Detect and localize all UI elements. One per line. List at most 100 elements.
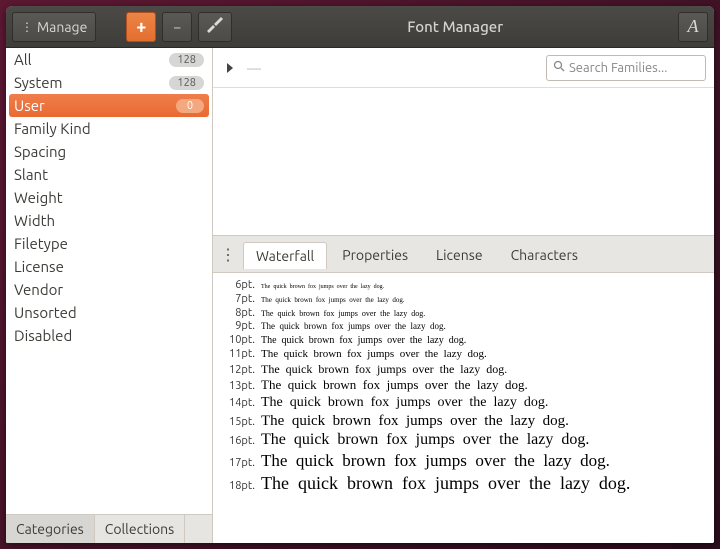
sample-text: The quick brown fox jumps over the lazy … bbox=[261, 362, 507, 377]
sidebar-item-disabled[interactable]: Disabled bbox=[6, 324, 212, 347]
minus-icon: − bbox=[173, 19, 181, 35]
chevron-right-icon bbox=[225, 59, 235, 77]
waterfall-row: 6pt.The quick brown fox jumps over the l… bbox=[219, 279, 714, 293]
waterfall-row: 15pt.The quick brown fox jumps over the … bbox=[219, 412, 714, 431]
pt-label: 6pt. bbox=[219, 279, 261, 293]
sidebar-item-label: Weight bbox=[14, 189, 63, 206]
body: All 128 System 128 User0 Family Kind Spacing Sl… bbox=[6, 48, 714, 543]
waterfall-row: 11pt.The quick brown fox jumps over the … bbox=[219, 348, 714, 362]
main-panel: — Search Families... ⋮ WaterfallProperti… bbox=[213, 48, 714, 543]
sidebar-item-filetype[interactable]: Filetype bbox=[6, 232, 212, 255]
waterfall-row: 18pt.The quick brown fox jumps over the … bbox=[219, 472, 714, 495]
waterfall-row: 7pt.The quick brown fox jumps over the l… bbox=[219, 293, 714, 307]
count-badge: 128 bbox=[169, 53, 204, 67]
sidebar-item-width[interactable]: Width bbox=[6, 209, 212, 232]
sidebar-tabs: Categories Collections bbox=[6, 514, 212, 543]
font-manager-window: ⋮ Manage + − Font Manager A All128System… bbox=[6, 6, 714, 543]
manage-label: Manage bbox=[37, 19, 87, 35]
waterfall-row: 13pt.The quick brown fox jumps over the … bbox=[219, 377, 714, 394]
breadcrumb-bar: — Search Families... bbox=[213, 48, 714, 88]
sidebar-item-weight[interactable]: Weight bbox=[6, 186, 212, 209]
pt-label: 10pt. bbox=[219, 334, 261, 348]
waterfall-row: 9pt.The quick brown fox jumps over the l… bbox=[219, 320, 714, 334]
pt-label: 9pt. bbox=[219, 320, 261, 334]
sidebar-item-label: Vendor bbox=[14, 281, 63, 298]
plus-icon: + bbox=[136, 17, 146, 37]
pt-label: 17pt. bbox=[219, 457, 261, 471]
pt-label: 14pt. bbox=[219, 397, 261, 411]
wrench-icon bbox=[207, 17, 223, 36]
sample-text: The quick brown fox jumps over the lazy … bbox=[261, 321, 446, 332]
sidebar-item-label: Filetype bbox=[14, 235, 68, 252]
pt-label: 8pt. bbox=[219, 307, 261, 321]
sidebar-item-label: Unsorted bbox=[14, 304, 77, 321]
breadcrumb-empty: — bbox=[247, 60, 261, 76]
sample-text: The quick brown fox jumps over the lazy … bbox=[261, 348, 487, 362]
sample-text: The quick brown fox jumps over the lazy … bbox=[261, 309, 425, 319]
waterfall-row: 17pt.The quick brown fox jumps over the … bbox=[219, 450, 714, 471]
sidebar-item-user[interactable]: User0 bbox=[9, 94, 209, 117]
search-families[interactable]: Search Families... bbox=[546, 55, 706, 81]
sidebar-item-license[interactable]: License bbox=[6, 255, 212, 278]
sample-text: The quick brown fox jumps over the lazy … bbox=[261, 377, 528, 393]
pt-label: 15pt. bbox=[219, 416, 261, 430]
pt-label: 16pt. bbox=[219, 435, 261, 449]
sidebar-item-vendor[interactable]: Vendor bbox=[6, 278, 212, 301]
preview-tab-properties[interactable]: Properties bbox=[329, 241, 421, 268]
search-icon bbox=[553, 60, 565, 75]
waterfall-row: 16pt.The quick brown fox jumps over the … bbox=[219, 430, 714, 450]
sidebar-item-label: All bbox=[14, 51, 32, 68]
sidebar-item-label: Slant bbox=[14, 166, 48, 183]
window-title: Font Manager bbox=[238, 18, 672, 35]
waterfall-row: 14pt.The quick brown fox jumps over the … bbox=[219, 394, 714, 412]
sample-text: The quick brown fox jumps over the lazy … bbox=[261, 472, 630, 495]
preferences-button[interactable] bbox=[198, 12, 232, 42]
add-remove-group: + − bbox=[126, 12, 192, 42]
manage-button[interactable]: ⋮ Manage bbox=[12, 12, 96, 42]
sidebar-item-slant[interactable]: Slant bbox=[6, 163, 212, 186]
category-list[interactable]: All 128 System 128 User0 Family Kind Spacing Sl… bbox=[6, 48, 212, 514]
sidebar-item-family-kind[interactable]: Family Kind bbox=[6, 117, 212, 140]
preview-tab-waterfall[interactable]: Waterfall bbox=[243, 242, 327, 269]
drag-grip-icon[interactable]: ⋮ bbox=[219, 242, 237, 266]
preview-tabs: ⋮ WaterfallPropertiesLicenseCharacters bbox=[213, 236, 714, 273]
pt-label: 18pt. bbox=[219, 480, 261, 494]
waterfall-row: 12pt.The quick brown fox jumps over the … bbox=[219, 362, 714, 378]
sample-text: The quick brown fox jumps over the lazy … bbox=[261, 430, 589, 450]
breadcrumb-expand[interactable] bbox=[221, 59, 239, 77]
sidebar-item-label: License bbox=[14, 258, 64, 275]
add-button[interactable]: + bbox=[126, 12, 156, 42]
titlebar: ⋮ Manage + − Font Manager A bbox=[6, 6, 714, 48]
sample-text: The quick brown fox jumps over the lazy … bbox=[261, 335, 466, 348]
sidebar-item-label: System bbox=[14, 74, 63, 91]
sample-text: The quick brown fox jumps over the lazy … bbox=[261, 296, 405, 305]
count-badge: 128 bbox=[169, 76, 204, 90]
pt-label: 7pt. bbox=[219, 293, 261, 307]
tab-collections[interactable]: Collections bbox=[95, 515, 186, 543]
pt-label: 13pt. bbox=[219, 380, 261, 394]
sidebar-item-unsorted[interactable]: Unsorted bbox=[6, 301, 212, 324]
sidebar-item-label: Family Kind bbox=[14, 120, 91, 137]
pt-label: 11pt. bbox=[219, 348, 261, 362]
sample-text: The quick brown fox jumps over the lazy … bbox=[261, 394, 548, 412]
sidebar-item-label: Disabled bbox=[14, 327, 72, 344]
sidebar-item-system[interactable]: System 128 bbox=[6, 71, 212, 94]
menu-dots-icon: ⋮ bbox=[21, 20, 33, 34]
waterfall-preview: 6pt.The quick brown fox jumps over the l… bbox=[213, 273, 714, 543]
preview-tab-license[interactable]: License bbox=[423, 241, 496, 268]
tab-categories[interactable]: Categories bbox=[6, 515, 95, 543]
sidebar-item-label: Spacing bbox=[14, 143, 66, 160]
family-list-empty bbox=[213, 88, 714, 236]
search-placeholder: Search Families... bbox=[569, 61, 667, 75]
sidebar-item-spacing[interactable]: Spacing bbox=[6, 140, 212, 163]
sidebar-item-all[interactable]: All 128 bbox=[6, 48, 212, 71]
sample-text: The quick brown fox jumps over the lazy … bbox=[261, 412, 569, 431]
preview-tab-characters[interactable]: Characters bbox=[498, 241, 591, 268]
waterfall-row: 10pt.The quick brown fox jumps over the … bbox=[219, 334, 714, 348]
remove-button[interactable]: − bbox=[162, 12, 192, 42]
sidebar: All 128 System 128 User0 Family Kind Spacing Sl… bbox=[6, 48, 213, 543]
count-badge: 0 bbox=[176, 99, 204, 113]
about-button[interactable]: A bbox=[678, 12, 708, 42]
waterfall-row: 8pt.The quick brown fox jumps over the l… bbox=[219, 307, 714, 321]
sample-text: The quick brown fox jumps over the lazy … bbox=[261, 284, 384, 292]
